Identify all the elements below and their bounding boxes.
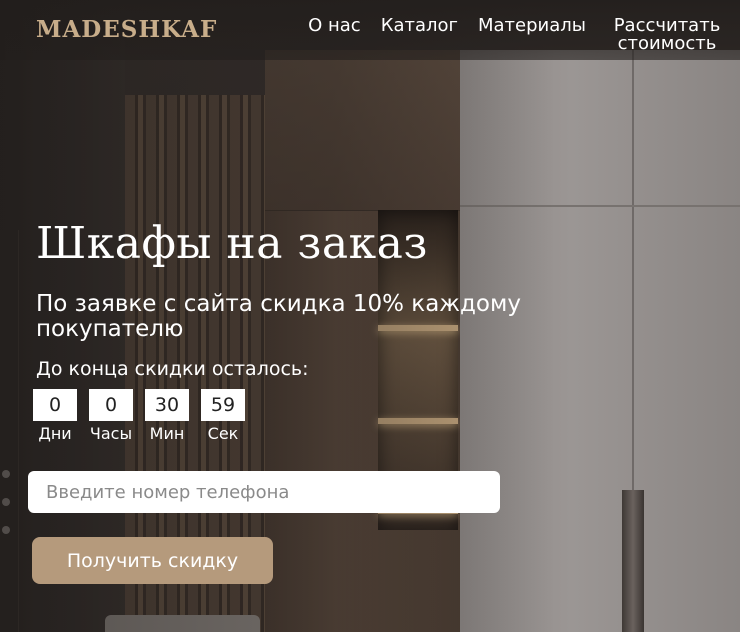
- countdown-label: До конца скидки осталось:: [36, 358, 309, 380]
- countdown-seconds: 59 Сек: [201, 389, 245, 443]
- countdown-hours-value: 0: [89, 389, 133, 421]
- countdown-minutes: 30 Мин: [145, 389, 189, 443]
- get-discount-button[interactable]: Получить скидку: [32, 537, 273, 584]
- nav-item-calculate[interactable]: Рассчитать стоимость: [606, 17, 728, 53]
- nav-item-calculate-line2: стоимость: [617, 33, 717, 54]
- countdown-timer: 0 Дни 0 Часы 30 Мин 59 Сек: [33, 389, 245, 443]
- countdown-minutes-value: 30: [145, 389, 189, 421]
- nav-item-catalog[interactable]: Каталог: [381, 17, 458, 35]
- phone-input[interactable]: [28, 471, 500, 513]
- countdown-seconds-caption: Сек: [207, 424, 239, 443]
- countdown-days-value: 0: [33, 389, 77, 421]
- nav-item-materials[interactable]: Материалы: [478, 17, 586, 35]
- countdown-hours: 0 Часы: [89, 389, 133, 443]
- nav-item-about[interactable]: О нас: [308, 17, 361, 35]
- hero-title: Шкафы на заказ: [36, 218, 428, 269]
- main-nav: О нас Каталог Материалы Рассчитать стоим…: [308, 17, 728, 53]
- countdown-days-caption: Дни: [38, 424, 72, 443]
- hero-section: MADESHKAF О нас Каталог Материалы Рассчи…: [0, 0, 740, 632]
- countdown-minutes-caption: Мин: [149, 424, 185, 443]
- countdown-hours-caption: Часы: [89, 424, 133, 443]
- hero-subtitle: По заявке с сайта скидка 10% каждому пок…: [36, 291, 521, 342]
- logo[interactable]: MADESHKAF: [36, 16, 217, 43]
- countdown-seconds-value: 59: [201, 389, 245, 421]
- countdown-days: 0 Дни: [33, 389, 77, 443]
